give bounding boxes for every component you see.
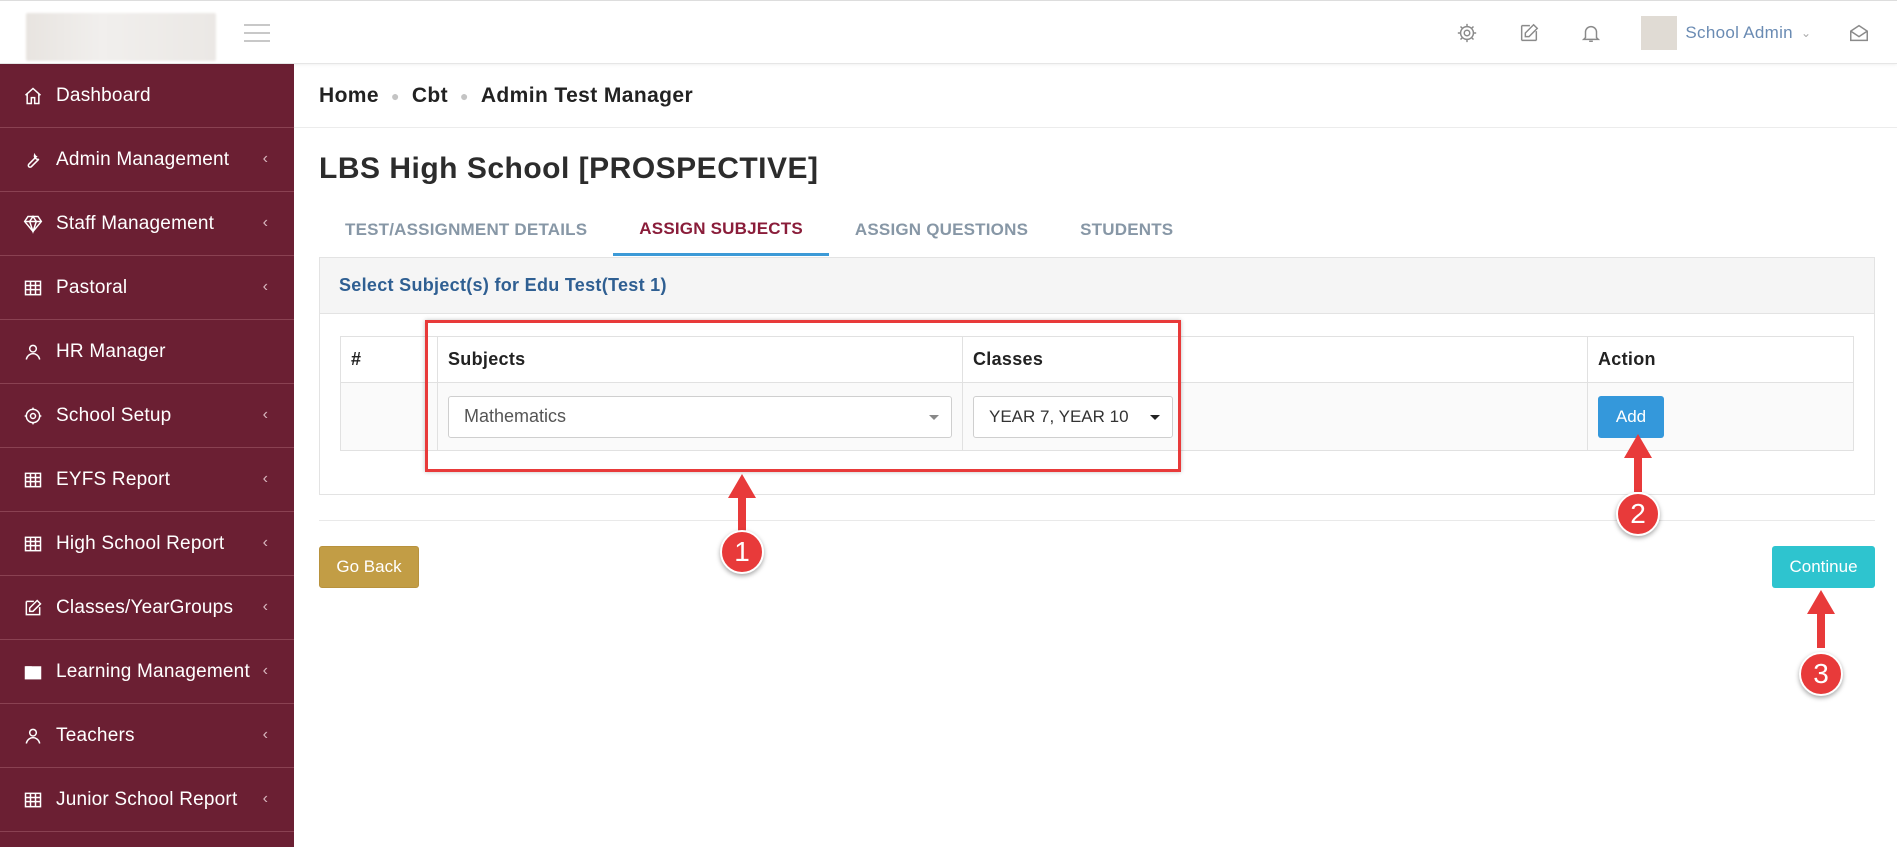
continue-button[interactable]: Continue	[1772, 546, 1875, 588]
wrench-icon	[22, 149, 44, 171]
table-icon	[22, 277, 44, 299]
annotation-marker-3: 3	[1799, 652, 1843, 696]
chevron-left-icon: ‹	[262, 790, 268, 807]
chevron-down-icon: ⌄	[1800, 26, 1811, 40]
breadcrumb-separator: ●	[390, 87, 400, 104]
annotation-marker-1: 1	[720, 530, 764, 574]
arrow-icon	[728, 474, 756, 532]
sidebar-item-pastoral[interactable]: Pastoral ‹	[0, 256, 294, 320]
chevron-left-icon: ‹	[262, 406, 268, 423]
sidebar-item-label: Staff Management	[56, 212, 215, 234]
tab-assign-subjects[interactable]: ASSIGN SUBJECTS	[613, 204, 829, 256]
tab-assign-questions[interactable]: ASSIGN QUESTIONS	[829, 204, 1054, 256]
edit-icon	[22, 597, 44, 619]
top-actions: School Admin ⌄	[1455, 1, 1897, 65]
sidebar-item-label: HR Manager	[56, 340, 166, 362]
avatar	[1641, 16, 1678, 50]
user-icon	[22, 725, 44, 747]
folder-icon	[22, 661, 44, 683]
tab-students[interactable]: STUDENTS	[1054, 204, 1199, 256]
arrow-icon	[1807, 590, 1835, 648]
sidebar-item-junior-school-report[interactable]: Junior School Report ‹	[0, 768, 294, 832]
user-icon	[22, 341, 44, 363]
table-icon	[22, 469, 44, 491]
breadcrumb-current: Admin Test Manager	[480, 83, 694, 107]
breadcrumb-separator: ●	[460, 87, 469, 104]
breadcrumb-cbt[interactable]: Cbt	[412, 84, 448, 108]
sidebar-item-label: Pastoral	[56, 276, 128, 298]
sidebar-item-hr-manager[interactable]: HR Manager	[0, 320, 294, 384]
chevron-left-icon: ‹	[262, 726, 268, 743]
tab-bar: TEST/ASSIGNMENT DETAILS ASSIGN SUBJECTS …	[319, 204, 1199, 256]
tab-test-assignment-details[interactable]: TEST/ASSIGNMENT DETAILS	[319, 204, 613, 256]
gear-icon	[22, 405, 44, 427]
breadcrumb-home[interactable]: Home	[319, 84, 379, 108]
chevron-left-icon: ‹	[262, 662, 268, 679]
gear-icon[interactable]	[1455, 21, 1479, 45]
chevron-left-icon: ‹	[262, 470, 268, 487]
annotation-marker-2: 2	[1616, 492, 1660, 536]
column-header-action: Action	[1587, 336, 1854, 383]
table-icon	[22, 789, 44, 811]
top-bar: School Admin ⌄	[0, 0, 1897, 64]
user-name: School Admin	[1685, 23, 1793, 42]
bell-icon[interactable]	[1579, 21, 1603, 45]
go-back-button[interactable]: Go Back	[319, 546, 419, 588]
sidebar-item-label: School Setup	[56, 404, 172, 426]
sidebar-item-learning-management[interactable]: Learning Management ‹	[0, 640, 294, 704]
chevron-left-icon: ‹	[262, 214, 268, 231]
sidebar-item-classes-yeargroups[interactable]: Classes/YearGroups ‹	[0, 576, 294, 640]
highlight-box	[425, 320, 1181, 472]
sidebar-item-eyfs-report[interactable]: EYFS Report ‹	[0, 448, 294, 512]
sidebar: Dashboard Admin Management ‹ Staff Manag…	[0, 64, 294, 847]
chevron-left-icon: ‹	[262, 534, 268, 551]
sidebar-item-staff-management[interactable]: Staff Management ‹	[0, 192, 294, 256]
breadcrumb: Home ● Cbt ● Admin Test Manager	[294, 64, 1897, 128]
sidebar-item-label: Learning Management	[56, 660, 250, 682]
sidebar-item-teachers[interactable]: Teachers ‹	[0, 704, 294, 768]
sidebar-item-label: Classes/YearGroups	[56, 596, 234, 618]
home-icon	[22, 85, 44, 107]
user-menu[interactable]: School Admin ⌄	[1641, 16, 1811, 50]
school-logo[interactable]	[26, 13, 216, 61]
edit-icon[interactable]	[1517, 21, 1541, 45]
menu-toggle-icon[interactable]	[244, 24, 270, 44]
chevron-left-icon: ‹	[262, 278, 268, 295]
sidebar-item-dashboard[interactable]: Dashboard	[0, 64, 294, 128]
diamond-icon	[22, 213, 44, 235]
sidebar-item-admin-management[interactable]: Admin Management ‹	[0, 128, 294, 192]
page-title: LBS High School [PROSPECTIVE]	[319, 152, 819, 185]
chevron-left-icon: ‹	[262, 598, 268, 615]
row-number-cell	[340, 382, 438, 451]
column-header-number: #	[340, 336, 438, 383]
sidebar-item-label: EYFS Report	[56, 468, 171, 490]
envelope-icon[interactable]	[1847, 21, 1871, 45]
sidebar-item-label: Teachers	[56, 724, 135, 746]
sidebar-item-school-setup[interactable]: School Setup ‹	[0, 384, 294, 448]
arrow-icon	[1624, 434, 1652, 492]
sidebar-item-label: Junior School Report	[56, 788, 238, 810]
sidebar-item-label: Dashboard	[56, 84, 151, 106]
panel-heading: Select Subject(s) for Edu Test(Test 1)	[320, 258, 1874, 314]
sidebar-item-high-school-report[interactable]: High School Report ‹	[0, 512, 294, 576]
sidebar-item-label: High School Report	[56, 532, 225, 554]
sidebar-item-label: Admin Management	[56, 148, 230, 170]
table-icon	[22, 533, 44, 555]
chevron-left-icon: ‹	[262, 150, 268, 167]
